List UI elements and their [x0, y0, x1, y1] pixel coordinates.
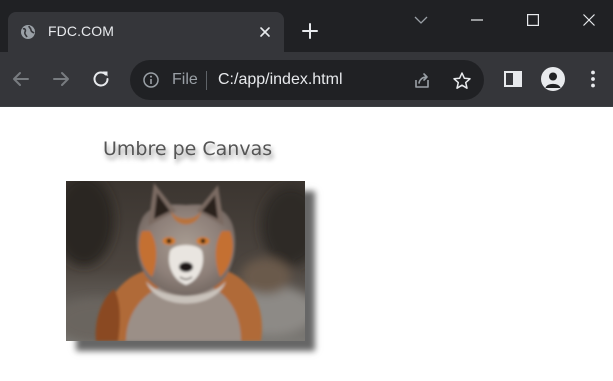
share-icon[interactable]	[412, 71, 432, 91]
maximize-icon[interactable]	[505, 0, 561, 40]
address-bar[interactable]: File C:/app/index.html	[130, 60, 484, 100]
minimize-icon[interactable]	[449, 0, 505, 40]
canvas-heading: Umbre pe Canvas	[103, 138, 273, 160]
star-icon[interactable]	[452, 71, 472, 91]
page-content: Umbre pe Canvas	[0, 107, 613, 381]
tab-title: FDC.COM	[48, 23, 115, 39]
browser-toolbar: File C:/app/index.html	[0, 52, 613, 106]
omnibox-divider	[206, 71, 207, 90]
info-icon[interactable]	[143, 72, 159, 88]
chevron-down-icon[interactable]	[393, 0, 449, 40]
url-text[interactable]: C:/app/index.html	[218, 71, 343, 89]
fox-photo	[66, 181, 305, 341]
side-panel-icon[interactable]	[501, 67, 525, 91]
browser-tab[interactable]: FDC.COM	[8, 12, 284, 52]
close-icon[interactable]	[561, 0, 613, 40]
reload-icon[interactable]	[89, 67, 113, 91]
browser-titlebar: FDC.COM	[0, 0, 613, 52]
arrow-left-icon[interactable]	[9, 67, 33, 91]
plus-icon[interactable]	[301, 22, 319, 40]
arrow-right-icon[interactable]	[49, 67, 73, 91]
profile-icon[interactable]	[541, 67, 565, 91]
close-icon[interactable]	[258, 25, 272, 39]
scheme-label: File	[172, 71, 198, 88]
kebab-menu-icon[interactable]	[581, 67, 605, 91]
globe-icon	[20, 24, 36, 40]
